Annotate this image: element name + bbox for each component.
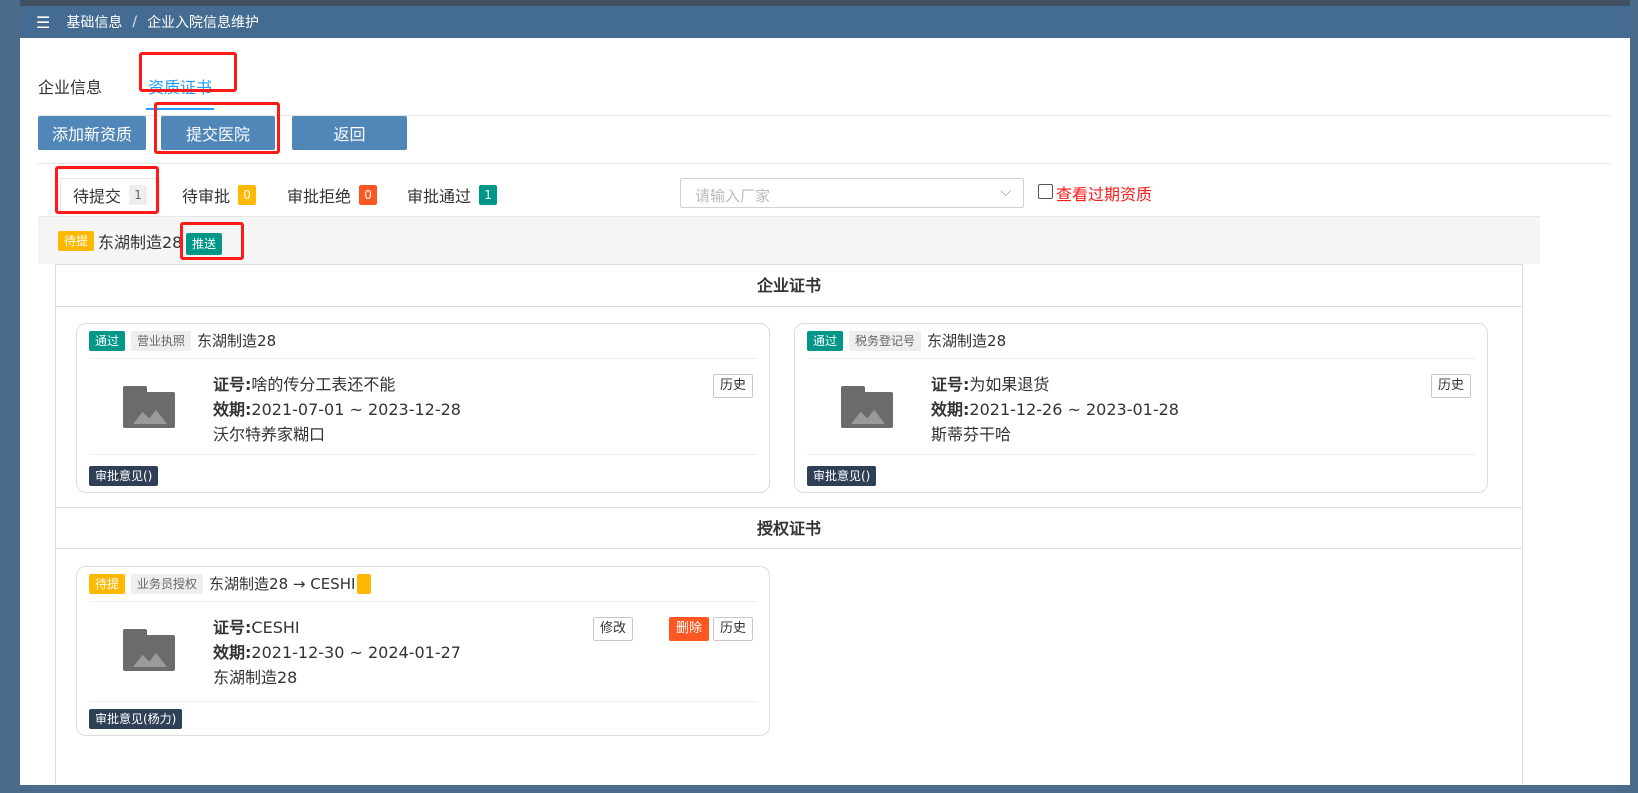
tab-label: 审批通过 <box>407 187 472 206</box>
history-button[interactable]: 历史 <box>712 617 753 641</box>
tab-label: 审批拒绝 <box>287 187 352 206</box>
certificate-card: 通过 税务登记号 东湖制造28 证号:为如果退货 效期:2021-12-26 ~… <box>794 323 1488 493</box>
delete-button[interactable]: 删除 <box>668 617 709 641</box>
card-header: 通过 税务登记号 东湖制造28 <box>807 330 1006 351</box>
history-button[interactable]: 历史 <box>712 374 753 398</box>
expired-label[interactable]: 查看过期资质 <box>1056 181 1152 205</box>
cert-note: 东湖制造28 <box>213 668 298 687</box>
cert-type-badge: 业务员授权 <box>131 573 204 594</box>
folder-image-icon <box>123 386 175 428</box>
approval-opinion: 审批意见(杨力) <box>89 709 183 729</box>
cert-no-label: 证号: <box>931 375 970 394</box>
status-badge: 通过 <box>89 330 126 351</box>
count-badge: 1 <box>129 185 148 205</box>
left-frame <box>0 0 20 793</box>
main-tabs: 企业信息 资质证书 <box>38 58 1610 116</box>
app-window: ☰ 基础信息 / 企业入院信息维护 企业信息 资质证书 添加新资质 提交医院 返… <box>0 0 1638 793</box>
cert-info: 证号:CESHI 效期:2021-12-30 ~ 2024-01-27 东湖制造… <box>213 615 461 690</box>
divider <box>89 358 757 359</box>
period-label: 效期: <box>931 400 970 419</box>
main-content: 企业信息 资质证书 添加新资质 提交医院 返回 待提交 1 待审批 0 审批拒绝… <box>20 38 1630 785</box>
select-placeholder: 请输入厂家 <box>695 187 771 205</box>
cert-type-badge: 税务登记号 <box>849 330 922 351</box>
status-marker <box>357 573 372 594</box>
divider <box>38 163 1610 164</box>
breadcrumb-item-basic[interactable]: 基础信息 <box>66 12 122 32</box>
tab-approved[interactable]: 审批通过 1 <box>407 178 498 212</box>
tab-label: 待提交 <box>73 187 122 206</box>
breadcrumb-separator: / <box>132 14 138 30</box>
add-qualification-button[interactable]: 添加新资质 <box>38 116 146 150</box>
cert-no: 为如果退货 <box>969 375 1050 394</box>
breadcrumb-item-current: 企业入院信息维护 <box>147 15 260 31</box>
cert-info: 证号:为如果退货 效期:2021-12-26 ~ 2023-01-28 斯蒂芬干… <box>931 372 1179 447</box>
cert-no-label: 证号: <box>213 618 252 637</box>
tab-company-info[interactable]: 企业信息 <box>38 74 102 98</box>
cert-note: 沃尔特养家糊口 <box>213 425 326 444</box>
cert-period: 2021-12-26 ~ 2023-01-28 <box>969 400 1179 419</box>
edit-button[interactable]: 修改 <box>592 617 633 641</box>
section-enterprise: 企业证书 <box>56 265 1522 307</box>
tab-pending-approval[interactable]: 待审批 0 <box>182 178 257 212</box>
status-tabs: 待提交 1 待审批 0 审批拒绝 0 审批通过 1 <box>38 166 654 218</box>
divider <box>807 454 1475 455</box>
manufacturer-select[interactable]: 请输入厂家 ⌵ <box>680 178 1024 208</box>
cert-no-label: 证号: <box>213 375 252 394</box>
approval-opinion: 审批意见() <box>89 466 159 486</box>
period-label: 效期: <box>213 643 252 662</box>
status-badge: 待提 <box>58 231 95 251</box>
company-row: 待提 东湖制造28 推送 <box>38 216 1540 264</box>
push-button[interactable]: 推送 <box>186 233 223 255</box>
divider <box>807 358 1475 359</box>
bottom-frame <box>0 785 1638 793</box>
cert-type-badge: 营业执照 <box>131 330 192 351</box>
back-button[interactable]: 返回 <box>292 116 407 150</box>
card-header: 待提 业务员授权 东湖制造28 → CESHI <box>89 573 377 594</box>
card-title: 东湖制造28 <box>927 332 1007 350</box>
tab-rejected[interactable]: 审批拒绝 0 <box>287 178 378 212</box>
cert-period: 2021-12-30 ~ 2024-01-27 <box>251 643 461 662</box>
cert-info: 证号:啥的传分工表还不能 效期:2021-07-01 ~ 2023-12-28 … <box>213 372 461 447</box>
history-button[interactable]: 历史 <box>1430 374 1471 398</box>
certificate-card: 待提 业务员授权 东湖制造28 → CESHI 证号:CESHI 效期:2021… <box>76 566 770 736</box>
right-frame <box>1630 0 1638 793</box>
approval-opinion: 审批意见() <box>807 466 877 486</box>
divider <box>89 701 757 702</box>
chevron-down-icon: ⌵ <box>1000 184 1011 200</box>
submit-hospital-button[interactable]: 提交医院 <box>161 116 275 150</box>
card-header: 通过 营业执照 东湖制造28 <box>89 330 276 351</box>
tab-label: 待审批 <box>182 187 231 206</box>
cert-period: 2021-07-01 ~ 2023-12-28 <box>251 400 461 419</box>
folder-image-icon <box>841 386 893 428</box>
count-badge: 0 <box>238 185 257 205</box>
tab-pending-submit[interactable]: 待提交 1 <box>60 178 161 212</box>
cert-note: 斯蒂芬干哈 <box>931 425 1012 444</box>
card-title: 东湖制造28 → CESHI <box>209 575 356 593</box>
status-badge: 待提 <box>89 573 126 594</box>
hamburger-icon[interactable]: ☰ <box>36 13 50 32</box>
tab-qualification[interactable]: 资质证书 <box>145 74 215 110</box>
section-authorization: 授权证书 <box>56 507 1522 549</box>
count-badge: 0 <box>359 185 378 205</box>
company-name: 东湖制造28 <box>98 233 183 252</box>
divider <box>89 601 757 602</box>
period-label: 效期: <box>213 400 252 419</box>
cert-no: 啥的传分工表还不能 <box>251 375 396 394</box>
status-badge: 通过 <box>807 330 844 351</box>
cert-no: CESHI <box>251 618 300 637</box>
divider <box>89 454 757 455</box>
breadcrumb-bar: ☰ 基础信息 / 企业入院信息维护 <box>20 6 1630 38</box>
certificate-card: 通过 营业执照 东湖制造28 证号:啥的传分工表还不能 效期:2021-07-0… <box>76 323 770 493</box>
folder-image-icon <box>123 629 175 671</box>
certificate-panel: 企业证书 通过 营业执照 东湖制造28 证号:啥的传分工表还不能 效期:2021… <box>55 264 1523 784</box>
count-badge: 1 <box>479 185 498 205</box>
expired-checkbox[interactable] <box>1038 184 1053 199</box>
card-title: 东湖制造28 <box>197 332 277 350</box>
